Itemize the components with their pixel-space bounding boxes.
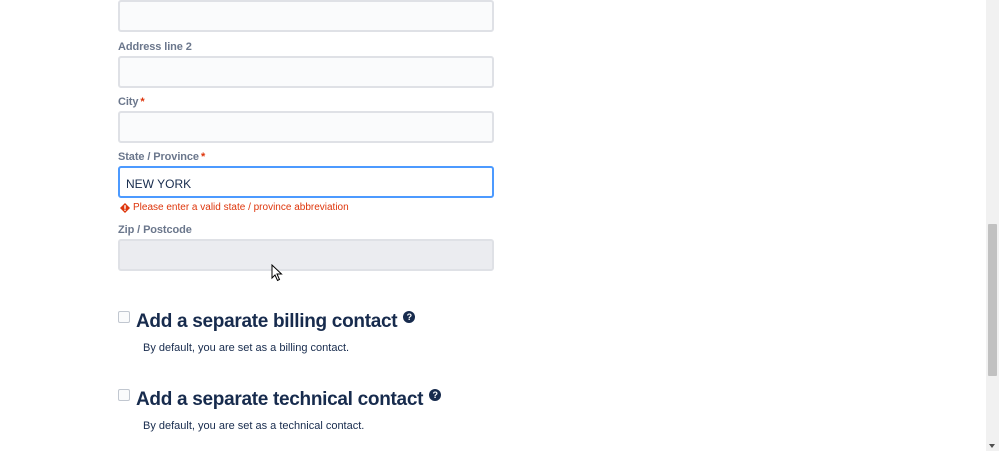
city-label: City * <box>118 96 145 108</box>
address-line-2-input[interactable] <box>118 56 494 88</box>
billing-contact-description: By default, you are set as a billing con… <box>143 342 350 354</box>
zip-input[interactable] <box>118 239 494 271</box>
zip-label: Zip / Postcode <box>118 224 192 236</box>
technical-contact-title-text: Add a separate technical contact <box>136 389 424 410</box>
zip-label-text: Zip / Postcode <box>118 224 192 236</box>
help-icon[interactable]: ? <box>429 389 442 401</box>
state-required-mark: * <box>200 151 206 163</box>
state-label: State / Province * <box>118 151 205 163</box>
city-label-text: City <box>118 96 139 108</box>
page: Address line 2 City * State / Province * N… <box>0 0 999 451</box>
billing-contact-checkbox[interactable] <box>118 311 130 323</box>
technical-contact-checkbox[interactable] <box>118 389 130 401</box>
mouse-cursor-icon <box>271 264 283 282</box>
state-error-text: Please enter a valid state / province ab… <box>133 202 349 213</box>
error-icon <box>120 202 130 213</box>
state-input[interactable]: NEW YORK <box>118 166 494 198</box>
billing-contact-title: Add a separate billing contact? <box>136 311 416 333</box>
state-value: NEW YORK <box>126 177 192 191</box>
address-line-2-label: Address line 2 <box>118 41 192 53</box>
scrollbar-thumb[interactable] <box>988 224 997 376</box>
address-line-2-label-text: Address line 2 <box>118 41 192 53</box>
scroll-down-arrow-icon[interactable] <box>989 444 995 448</box>
state-error-message: Please enter a valid state / province ab… <box>120 202 349 213</box>
city-required-mark: * <box>140 96 145 108</box>
technical-contact-title: Add a separate technical contact? <box>136 389 442 411</box>
state-label-text: State / Province <box>118 151 199 163</box>
city-input[interactable] <box>118 111 494 143</box>
address-line-1-input[interactable] <box>118 0 494 32</box>
help-icon[interactable]: ? <box>403 311 416 323</box>
technical-contact-description: By default, you are set as a technical c… <box>143 420 365 432</box>
vertical-scrollbar[interactable] <box>986 0 999 451</box>
billing-contact-title-text: Add a separate billing contact <box>136 311 398 332</box>
